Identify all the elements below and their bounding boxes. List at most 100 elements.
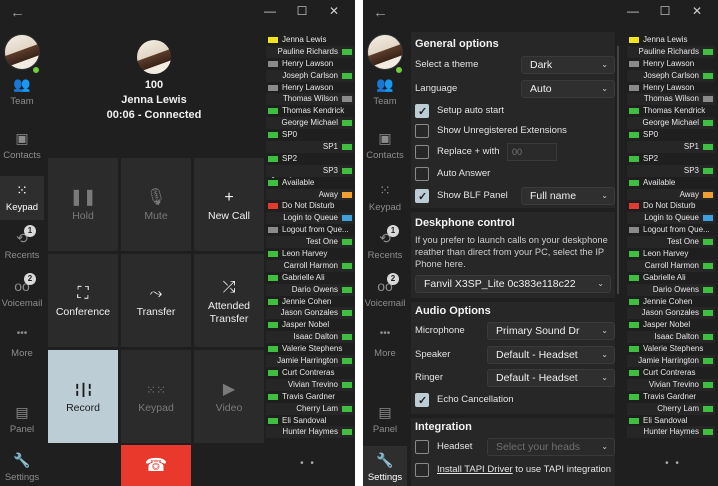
blf-entry[interactable]: Vivian Trevino (266, 378, 354, 391)
blf-entry[interactable]: Away (266, 188, 354, 201)
blf-entry[interactable]: Cherry Lam (266, 402, 354, 415)
maximize-icon[interactable]: ☐ (294, 3, 310, 19)
nav-item-settings[interactable]: 🔧 Settings (363, 446, 407, 486)
nav-item-keypad[interactable]: ⁙ Keypad (363, 176, 407, 220)
blf-entry[interactable]: Henry Lawson (266, 58, 354, 70)
nav-item-team[interactable]: 👥 Team (363, 70, 407, 114)
nav-item-keypad[interactable]: ⁙ Keypad (0, 176, 44, 220)
auto-answer-checkbox[interactable] (415, 167, 429, 181)
blf-entry[interactable]: Carroll Harmon (627, 259, 715, 272)
theme-select[interactable]: Dark ⌄ (521, 56, 615, 74)
avatar[interactable] (4, 34, 40, 70)
headset-select[interactable]: Select your heads ⌄ (487, 438, 615, 456)
blf-entry[interactable]: Jenna Lewis (266, 34, 354, 46)
blf-entry[interactable]: Isaac Dalton (266, 331, 354, 344)
blf-entry[interactable]: Leon Harvey (266, 248, 354, 260)
blf-entry[interactable]: Jennie Cohen (627, 296, 715, 308)
blf-entry[interactable]: Travis Gardner (627, 391, 715, 403)
nav-item-team[interactable]: 👥 Team (0, 70, 44, 114)
blf-entry[interactable]: Jasper Nobel (627, 319, 715, 331)
replace-plus-checkbox[interactable] (415, 145, 429, 159)
blf-entry[interactable]: Away (627, 188, 715, 201)
minimize-icon[interactable]: — (262, 3, 278, 19)
blf-entry[interactable]: Jenna Lewis (627, 34, 715, 46)
keypad-button[interactable]: ⁙⁙ Keypad (121, 350, 191, 443)
nav-item-panel[interactable]: ▤ Panel (0, 398, 44, 442)
language-select[interactable]: Auto ⌄ (521, 80, 615, 98)
blf-entry[interactable]: Logout from Que... (627, 224, 715, 236)
blf-entry[interactable]: Carroll Harmon (266, 259, 354, 272)
nav-item-settings[interactable]: 🔧 Settings (0, 446, 44, 486)
nav-item-voicemail[interactable]: oo 2 Voicemail (0, 272, 44, 316)
blf-entry[interactable]: Travis Gardner (266, 391, 354, 403)
blf-entry[interactable]: Hunter Haymes (266, 426, 354, 439)
blf-entry[interactable]: Henry Lawson (266, 82, 354, 94)
replace-plus-input[interactable] (507, 143, 557, 161)
headset-checkbox[interactable] (415, 440, 429, 454)
blf-entry[interactable]: Jason Gonzales (627, 307, 715, 320)
deskphone-select[interactable]: Fanvil X3SP_Lite 0c383e118c22 ⌄ (415, 275, 611, 293)
attended-transfer-button[interactable]: ⤮ Attended Transfer (194, 254, 264, 347)
blf-entry[interactable]: Cherry Lam (627, 402, 715, 415)
blf-entry[interactable]: SP1 (266, 141, 354, 153)
blf-entry[interactable]: Jamie Harrington (627, 355, 715, 367)
blf-entry[interactable]: SP0 (627, 129, 715, 141)
blf-entry[interactable]: SP3 (627, 164, 715, 177)
hold-button[interactable]: ❚❚ Hold (48, 158, 118, 251)
nav-item-more[interactable]: ••• More (363, 322, 407, 366)
blf-entry[interactable]: Henry Lawson (627, 58, 715, 70)
nav-item-voicemail[interactable]: oo 2 Voicemail (363, 272, 407, 316)
back-arrow-icon[interactable]: ← (373, 4, 391, 22)
setup-auto-start-checkbox[interactable] (415, 103, 429, 121)
blf-entry[interactable]: Thomas Kendrick (627, 105, 715, 117)
echo-cancellation-checkbox[interactable] (415, 392, 429, 410)
avatar[interactable] (367, 34, 403, 70)
maximize-icon[interactable]: ☐ (657, 3, 673, 19)
blf-pager[interactable]: • • (298, 458, 318, 469)
blf-entry[interactable]: SP1 (627, 141, 715, 153)
blf-entry[interactable]: Pauline Richards (266, 45, 354, 58)
blf-entry[interactable]: Pauline Richards (627, 45, 715, 58)
blf-entry[interactable]: SP2 (627, 153, 715, 165)
blf-entry[interactable]: Vivian Trevino (627, 378, 715, 391)
blf-entry[interactable]: Gabrielle Ali (266, 272, 354, 284)
blf-entry[interactable]: SP2 (266, 153, 354, 165)
blf-entry[interactable]: Test One (266, 236, 354, 249)
close-icon[interactable]: ✕ (326, 3, 342, 19)
blf-entry[interactable]: Leon Harvey (627, 248, 715, 260)
nav-item-panel[interactable]: ▤ Panel (363, 398, 407, 442)
blf-entry[interactable]: Do Not Disturb (266, 200, 354, 212)
blf-pager[interactable]: • • (663, 458, 683, 469)
blf-entry[interactable]: Curt Contreras (627, 367, 715, 379)
blf-entry[interactable]: Thomas Kendrick (266, 105, 354, 117)
blf-entry[interactable]: Login to Queue (627, 212, 715, 225)
video-button[interactable]: ▶ Video (194, 350, 264, 443)
blf-entry[interactable]: George Michael (627, 117, 715, 130)
blf-entry[interactable]: SP3 (266, 164, 354, 177)
nav-item-contacts[interactable]: ▣ Contacts (363, 124, 407, 168)
mute-button[interactable]: 🎙 Mute (121, 158, 191, 251)
conference-button[interactable]: ⛶ Conference (48, 254, 118, 347)
nav-item-recents[interactable]: ⟲ 1 Recents (363, 224, 407, 268)
ringer-select[interactable]: Default - Headset ⌄ (487, 369, 615, 387)
close-icon[interactable]: ✕ (689, 3, 705, 19)
blf-entry[interactable]: Login to Queue (266, 212, 354, 225)
blf-entry[interactable]: Available (627, 177, 715, 189)
microphone-select[interactable]: Primary Sound Dr ⌄ (487, 322, 615, 340)
show-unregistered-checkbox[interactable] (415, 124, 429, 138)
tapi-checkbox[interactable] (415, 463, 429, 477)
blf-entry[interactable]: Thomas Wilson (627, 93, 715, 106)
blf-entry[interactable]: SP0 (266, 129, 354, 141)
blf-entry[interactable]: George Michael (266, 117, 354, 130)
nav-item-contacts[interactable]: ▣ Contacts (0, 124, 44, 168)
blf-entry[interactable]: Gabrielle Ali (627, 272, 715, 284)
transfer-button[interactable]: ⤳ Transfer (121, 254, 191, 347)
back-arrow-icon[interactable]: ← (10, 4, 28, 22)
settings-scrollbar[interactable] (617, 46, 619, 294)
install-tapi-link[interactable]: Install TAPI Driver (437, 464, 513, 475)
blf-entry[interactable]: Isaac Dalton (627, 331, 715, 344)
minimize-icon[interactable]: — (625, 3, 641, 19)
blf-entry[interactable]: Eli Sandoval (627, 415, 715, 427)
show-blf-checkbox[interactable] (415, 188, 429, 206)
blf-entry[interactable]: Joseph Carlson (627, 69, 715, 82)
